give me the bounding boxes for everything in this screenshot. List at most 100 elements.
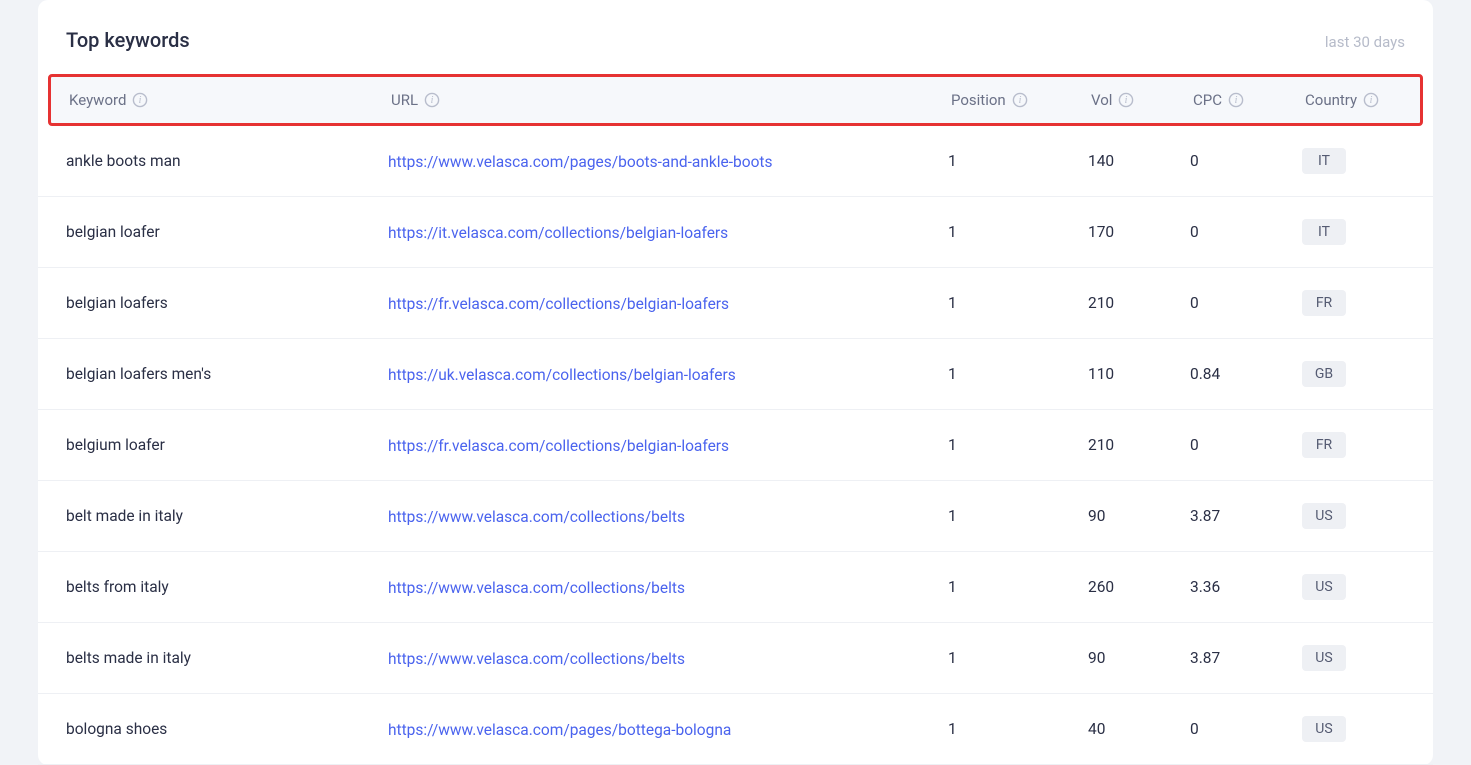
cell-country: IT (1302, 219, 1392, 245)
cell-country: GB (1302, 361, 1392, 387)
cell-vol: 210 (1088, 294, 1190, 312)
col-header-cpc[interactable]: CPC i (1193, 91, 1305, 109)
country-badge: FR (1302, 290, 1346, 316)
cell-keyword: belgian loafers (66, 294, 388, 312)
cell-vol: 110 (1088, 365, 1190, 383)
top-keywords-card: Top keywords last 30 days Keyword i URL … (38, 0, 1433, 765)
url-link[interactable]: https://www.velasca.com/pages/boots-and-… (388, 153, 773, 171)
country-badge: US (1302, 574, 1346, 600)
table-row: ankle boots manhttps://www.velasca.com/p… (38, 126, 1433, 197)
url-link[interactable]: https://www.velasca.com/collections/belt… (388, 579, 685, 597)
card-subtitle: last 30 days (1325, 33, 1405, 51)
url-link[interactable]: https://www.velasca.com/collections/belt… (388, 508, 685, 526)
cell-vol: 90 (1088, 649, 1190, 667)
col-header-vol[interactable]: Vol i (1091, 91, 1193, 109)
cell-url: https://www.velasca.com/pages/bottega-bo… (388, 720, 948, 739)
svg-text:i: i (1235, 95, 1238, 106)
country-badge: US (1302, 645, 1346, 671)
table-header-row: Keyword i URL i Position i Vol i CPC (48, 74, 1423, 126)
cell-country: US (1302, 716, 1392, 742)
cell-cpc: 3.36 (1190, 578, 1302, 596)
cell-vol: 140 (1088, 152, 1190, 170)
url-link[interactable]: https://fr.velasca.com/collections/belgi… (388, 437, 729, 455)
cell-vol: 90 (1088, 507, 1190, 525)
cell-position: 1 (948, 436, 1088, 454)
cell-cpc: 3.87 (1190, 507, 1302, 525)
cell-country: IT (1302, 148, 1392, 174)
cell-cpc: 0 (1190, 720, 1302, 738)
url-link[interactable]: https://fr.velasca.com/collections/belgi… (388, 295, 729, 313)
cell-cpc: 0 (1190, 223, 1302, 241)
svg-text:i: i (1018, 95, 1021, 106)
country-badge: IT (1302, 219, 1346, 245)
cell-position: 1 (948, 578, 1088, 596)
cell-position: 1 (948, 223, 1088, 241)
cell-cpc: 3.87 (1190, 649, 1302, 667)
cell-keyword: belgium loafer (66, 436, 388, 454)
cell-country: US (1302, 645, 1392, 671)
cell-url: https://www.velasca.com/collections/belt… (388, 649, 948, 668)
cell-position: 1 (948, 649, 1088, 667)
cell-position: 1 (948, 507, 1088, 525)
cell-keyword: belts made in italy (66, 649, 388, 667)
cell-vol: 210 (1088, 436, 1190, 454)
table-row: belt made in italyhttps://www.velasca.co… (38, 481, 1433, 552)
cell-vol: 40 (1088, 720, 1190, 738)
info-icon[interactable]: i (132, 92, 148, 108)
col-header-url[interactable]: URL i (391, 91, 951, 109)
col-header-cpc-label: CPC (1193, 91, 1222, 109)
cell-keyword: belts from italy (66, 578, 388, 596)
svg-text:i: i (1125, 95, 1128, 106)
cell-position: 1 (948, 720, 1088, 738)
svg-text:i: i (139, 95, 142, 106)
info-icon[interactable]: i (424, 92, 440, 108)
cell-country: FR (1302, 432, 1392, 458)
table-row: bologna shoeshttps://www.velasca.com/pag… (38, 694, 1433, 765)
info-icon[interactable]: i (1228, 92, 1244, 108)
svg-text:i: i (1370, 95, 1373, 106)
url-link[interactable]: https://www.velasca.com/collections/belt… (388, 650, 685, 668)
country-badge: US (1302, 503, 1346, 529)
cell-keyword: belgian loafers men's (66, 365, 388, 383)
table-row: belts from italyhttps://www.velasca.com/… (38, 552, 1433, 623)
col-header-country-label: Country (1305, 91, 1357, 109)
col-header-position-label: Position (951, 91, 1006, 109)
svg-text:i: i (431, 95, 434, 106)
cell-cpc: 0 (1190, 294, 1302, 312)
info-icon[interactable]: i (1363, 92, 1379, 108)
col-header-keyword[interactable]: Keyword i (69, 91, 391, 109)
cell-url: https://fr.velasca.com/collections/belgi… (388, 294, 948, 313)
cell-cpc: 0 (1190, 436, 1302, 454)
url-link[interactable]: https://uk.velasca.com/collections/belgi… (388, 366, 736, 384)
col-header-keyword-label: Keyword (69, 91, 126, 109)
cell-url: https://www.velasca.com/collections/belt… (388, 507, 948, 526)
url-link[interactable]: https://www.velasca.com/pages/bottega-bo… (388, 721, 731, 739)
col-header-vol-label: Vol (1091, 91, 1112, 109)
country-badge: IT (1302, 148, 1346, 174)
cell-cpc: 0 (1190, 152, 1302, 170)
cell-position: 1 (948, 365, 1088, 383)
card-header: Top keywords last 30 days (38, 28, 1433, 74)
table-row: belgium loaferhttps://fr.velasca.com/col… (38, 410, 1433, 481)
cell-keyword: belgian loafer (66, 223, 388, 241)
cell-url: https://www.velasca.com/collections/belt… (388, 578, 948, 597)
url-link[interactable]: https://it.velasca.com/collections/belgi… (388, 224, 728, 242)
cell-position: 1 (948, 152, 1088, 170)
col-header-url-label: URL (391, 91, 418, 109)
cell-keyword: ankle boots man (66, 152, 388, 170)
cell-vol: 170 (1088, 223, 1190, 241)
info-icon[interactable]: i (1012, 92, 1028, 108)
country-badge: US (1302, 716, 1346, 742)
table-row: belgian loafershttps://fr.velasca.com/co… (38, 268, 1433, 339)
cell-country: FR (1302, 290, 1392, 316)
cell-keyword: belt made in italy (66, 507, 388, 525)
col-header-country[interactable]: Country i (1305, 91, 1395, 109)
cell-url: https://it.velasca.com/collections/belgi… (388, 223, 948, 242)
info-icon[interactable]: i (1118, 92, 1134, 108)
cell-url: https://uk.velasca.com/collections/belgi… (388, 365, 948, 384)
cell-url: https://fr.velasca.com/collections/belgi… (388, 436, 948, 455)
cell-vol: 260 (1088, 578, 1190, 596)
cell-url: https://www.velasca.com/pages/boots-and-… (388, 152, 948, 171)
col-header-position[interactable]: Position i (951, 91, 1091, 109)
cell-country: US (1302, 574, 1392, 600)
